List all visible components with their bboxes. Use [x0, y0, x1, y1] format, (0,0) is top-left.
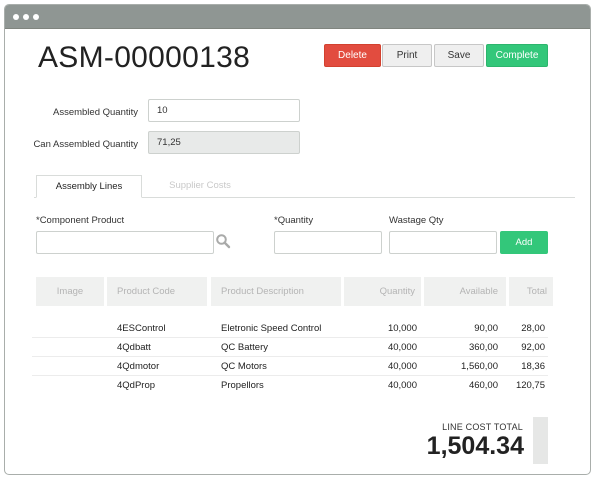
line-cost-total-value: 1,504.34	[426, 432, 524, 460]
tab-assembly-lines[interactable]: Assembly Lines	[36, 175, 142, 198]
window-titlebar	[5, 5, 590, 29]
product-description-cell: QC Motors	[221, 361, 267, 372]
column-header-available: Available	[424, 277, 506, 306]
search-icon[interactable]	[215, 233, 231, 249]
column-header-product-code: Product Code	[107, 277, 207, 306]
available-cell: 1,560,00	[461, 361, 498, 372]
assembled-quantity-input[interactable]: 10	[148, 99, 300, 122]
product-code-cell: 4ESControl	[117, 323, 166, 334]
column-header-image: Image	[36, 277, 104, 306]
total-cell: 18,36	[521, 361, 545, 372]
window-dot-icon[interactable]	[23, 14, 29, 20]
assembled-quantity-label: Assembled Quantity	[52, 107, 138, 118]
quantity-cell: 40,000	[387, 342, 417, 353]
add-line-button[interactable]: Add	[500, 231, 548, 254]
product-description-cell: QC Battery	[221, 342, 268, 353]
product-code-cell: 4QdProp	[117, 380, 156, 391]
available-cell: 90,00	[474, 323, 498, 334]
total-cell: 92,00	[521, 342, 545, 353]
tab-supplier-costs[interactable]: Supplier Costs	[150, 175, 250, 198]
can-assembled-quantity-field: 71,25	[148, 131, 300, 154]
quantity-cell: 40,000	[387, 361, 417, 372]
product-code-cell: 4Qdbatt	[117, 342, 151, 353]
available-cell: 460,00	[468, 380, 498, 391]
available-cell: 360,00	[468, 342, 498, 353]
component-product-input[interactable]	[36, 231, 214, 254]
complete-button[interactable]: Complete	[486, 44, 548, 67]
save-button[interactable]: Save	[434, 44, 484, 67]
column-header-product-description: Product Description	[211, 277, 341, 306]
quantity-label: *Quantity	[274, 215, 314, 226]
print-button[interactable]: Print	[382, 44, 432, 67]
window-dot-icon[interactable]	[33, 14, 39, 20]
row-divider	[32, 375, 548, 376]
total-cell: 28,00	[521, 323, 545, 334]
quantity-input[interactable]	[274, 231, 382, 254]
line-cost-total-label: LINE COST TOTAL	[442, 422, 523, 432]
wastage-qty-input[interactable]	[389, 231, 497, 254]
delete-button[interactable]: Delete	[324, 44, 381, 67]
column-header-total: Total	[509, 277, 553, 306]
product-description-cell: Propellors	[221, 380, 264, 391]
quantity-cell: 10,000	[387, 323, 417, 334]
page-title: ASM-00000138	[38, 41, 251, 74]
can-assembled-quantity-label: Can Assembled Quantity	[33, 139, 138, 150]
product-code-cell: 4Qdmotor	[117, 361, 160, 372]
component-product-label: *Component Product	[36, 215, 125, 226]
product-description-cell: Eletronic Speed Control	[221, 323, 322, 334]
total-side-bar	[533, 417, 548, 464]
column-header-quantity: Quantity	[344, 277, 421, 306]
row-divider	[32, 356, 548, 357]
wastage-qty-label: Wastage Qty	[389, 215, 444, 226]
row-divider	[32, 337, 548, 338]
window-dot-icon[interactable]	[13, 14, 19, 20]
quantity-cell: 40,000	[387, 380, 417, 391]
total-cell: 120,75	[515, 380, 545, 391]
